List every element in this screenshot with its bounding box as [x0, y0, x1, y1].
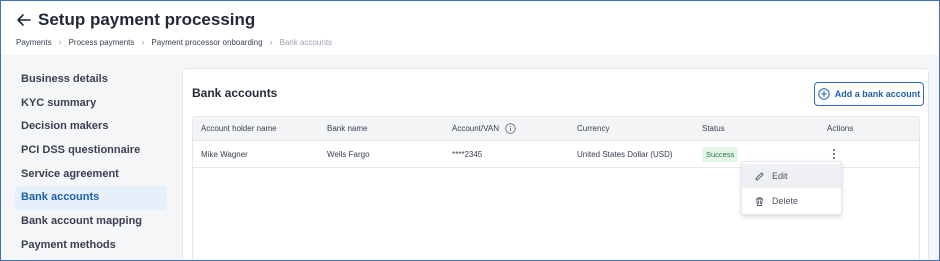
sidebar-item-decision-makers[interactable]: Decision makers [15, 115, 167, 139]
sidebar-item-bank-accounts[interactable]: Bank accounts [15, 186, 167, 211]
sidebar-item-bank-account-mapping[interactable]: Bank account mapping [15, 210, 167, 234]
sidebar-item-business-details[interactable]: Business details [15, 68, 167, 92]
sidebar-item-kyc-summary[interactable]: KYC summary [15, 92, 167, 116]
cell-holder: Mike Wagner [201, 149, 248, 159]
section-title: Bank accounts [192, 86, 278, 100]
menu-item-edit[interactable]: Edit [742, 164, 841, 188]
menu-item-delete[interactable]: Delete [742, 189, 841, 213]
column-header-bank: Bank name [327, 124, 368, 133]
cell-currency: United States Dollar (USD) [577, 149, 673, 159]
page-header: Setup payment processing Payments › Proc… [1, 1, 939, 55]
cell-status: Success [702, 141, 739, 167]
column-header-status: Status [702, 124, 725, 133]
add-bank-account-label: Add a bank account [834, 89, 921, 99]
breadcrumb-payments[interactable]: Payments [16, 38, 52, 47]
column-header-account: Account/VAN [452, 117, 516, 140]
column-header-holder: Account holder name [201, 124, 277, 133]
plus-circle-icon [818, 88, 830, 100]
table-header: Account holder name Bank name Account/VA… [193, 117, 919, 141]
sidebar-item-payment-methods[interactable]: Payment methods [15, 234, 167, 258]
breadcrumb-onboarding[interactable]: Payment processor onboarding [151, 38, 262, 47]
column-header-account-label: Account/VAN [452, 124, 499, 133]
breadcrumb: Payments › Process payments › Payment pr… [16, 37, 332, 47]
app-window: Setup payment processing Payments › Proc… [0, 0, 940, 261]
status-badge: Success [702, 146, 739, 162]
page-title: Setup payment processing [38, 10, 256, 29]
chevron-right-icon: › [58, 37, 62, 47]
column-header-currency: Currency [577, 124, 610, 133]
actions-menu: Edit Delete [741, 161, 842, 215]
pencil-icon [755, 171, 764, 180]
column-header-actions: Actions [827, 124, 854, 133]
sidebar: Business details KYC summary Decision ma… [15, 68, 167, 258]
menu-item-delete-label: Delete [772, 196, 799, 206]
menu-item-edit-label: Edit [772, 171, 788, 181]
info-icon[interactable] [505, 123, 516, 134]
add-bank-account-button[interactable]: Add a bank account [814, 82, 924, 106]
chevron-right-icon: › [269, 37, 273, 47]
trash-icon [756, 196, 763, 206]
chevron-right-icon: › [141, 37, 145, 47]
breadcrumb-current: Bank accounts [279, 37, 333, 47]
cell-bank: Wells Fargo [327, 149, 370, 159]
sidebar-item-service-agreement[interactable]: Service agreement [15, 163, 167, 187]
more-vertical-icon [832, 149, 836, 159]
breadcrumb-process-payments[interactable]: Process payments [69, 38, 135, 47]
back-arrow-icon[interactable] [15, 11, 33, 29]
sidebar-item-pci-dss[interactable]: PCI DSS questionnaire [15, 139, 167, 163]
cell-account: ****2345 [452, 149, 483, 159]
